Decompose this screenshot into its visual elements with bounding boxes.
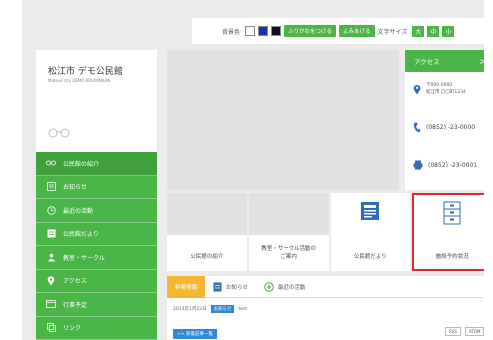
sidebar-item-classes[interactable]: 教室・サークル	[36, 246, 157, 270]
news-item[interactable]: 2013年1月22日 お知らせ test	[173, 305, 247, 313]
site-header: 松江市 デモ公民館 Matsue city DEMO KOUMINKAN	[36, 50, 157, 152]
glasses-logo-icon	[48, 128, 70, 138]
font-medium-button[interactable]: 中	[427, 25, 440, 37]
site-subtitle: Matsue city DEMO KOUMINKAN	[48, 78, 111, 83]
news-tabs: 新着情報 お知らせ 最近の活動	[167, 275, 484, 298]
bg-black-swatch[interactable]	[271, 26, 282, 36]
link-icon	[46, 323, 56, 333]
atom-button[interactable]: ATOM	[465, 327, 484, 336]
sidebar-item-label: 行事予定	[63, 301, 88, 309]
sidebar-item-activities[interactable]: 最近の活動	[36, 199, 157, 223]
access-tel-row[interactable]: (0852) -23-0000	[405, 122, 484, 133]
map-pin-icon	[46, 276, 56, 286]
sidebar-item-links[interactable]: リンク	[36, 317, 157, 340]
map-pin-icon	[413, 84, 421, 94]
phone-icon	[413, 122, 421, 133]
news-list-button[interactable]: >> 新着記事一覧	[173, 329, 217, 339]
font-large-button[interactable]: 大	[412, 25, 425, 37]
cabinet-icon	[443, 201, 461, 225]
sidebar-item-intro[interactable]: 公民館の紹介	[36, 152, 157, 176]
access-address: 松江市 〇〇町1234	[426, 90, 466, 95]
bg-color-label: 背景色	[222, 28, 241, 36]
hero-image	[167, 50, 399, 190]
access-fax-row: (0852) -23-0001	[405, 160, 484, 170]
page-frame: 背景色 ふりがなをつける よみあげる 文字サイズ 大 中 小 松江市 デモ公民館…	[22, 0, 484, 340]
tab-label: 最近の活動	[277, 284, 306, 291]
news-title[interactable]: test	[238, 307, 247, 312]
quick-links: 公民館の紹介 教室・サークル活動の ご案内 公民館だより 施設予約状況	[167, 193, 484, 271]
sidebar-item-label: 教室・サークル	[63, 254, 105, 262]
chevron-right-icon: >	[479, 56, 484, 66]
sidebar-item-label: 公民館の紹介	[63, 160, 100, 168]
sidebar-nav: 公民館の紹介 お知らせ 最近の活動 公民館だより 教室・サークル アクセス 行事…	[36, 152, 157, 340]
clock-icon	[46, 205, 56, 215]
sidebar-item-label: お知らせ	[63, 184, 87, 192]
accessibility-toolbar: 背景色 ふりがなをつける よみあげる 文字サイズ 大 中 小	[192, 18, 484, 44]
news-category-badge: お知らせ	[210, 305, 235, 313]
sidebar-item-label: アクセス	[63, 278, 87, 286]
sidebar-item-notices[interactable]: お知らせ	[36, 176, 157, 199]
tab-latest[interactable]: 新着情報	[167, 275, 206, 298]
tile-facility-booking[interactable]: 施設予約状況	[412, 193, 484, 271]
tile-label: 施設予約状況	[435, 254, 469, 260]
access-title: アクセス	[414, 58, 440, 66]
tab-activities[interactable]: 最近の活動	[256, 276, 314, 298]
furigana-button[interactable]: ふりがなをつける	[284, 25, 337, 37]
newsletter-icon	[46, 229, 56, 239]
sidebar-item-access[interactable]: アクセス	[36, 270, 157, 293]
sidebar-item-schedule[interactable]: 行事予定	[36, 293, 157, 317]
access-header[interactable]: アクセス >	[405, 50, 484, 72]
readaloud-button[interactable]: よみあげる	[339, 25, 375, 37]
tile-newsletter[interactable]: 公民館だより	[330, 193, 411, 271]
sidebar-item-label: リンク	[63, 325, 82, 333]
access-postal: 〒000-0000	[426, 83, 453, 88]
rss-button[interactable]: RSS	[445, 327, 461, 336]
tile-label: 公民館だより	[353, 254, 387, 260]
tab-label: お知らせ	[226, 284, 248, 291]
site-title[interactable]: 松江市 デモ公民館	[48, 64, 123, 77]
access-fax: (0852) -23-0001	[428, 161, 478, 169]
font-size-label: 文字サイズ	[377, 28, 408, 36]
sidebar-item-label: 公民館だより	[63, 231, 99, 239]
news-panel: 新着情報 お知らせ 最近の活動 2013年1月22日 お知らせ test >> …	[167, 275, 484, 340]
tab-label: 新着情報	[175, 284, 198, 291]
glasses-icon	[46, 158, 56, 168]
tab-notices[interactable]: お知らせ	[205, 276, 256, 298]
font-small-button[interactable]: 小	[442, 25, 455, 37]
access-tel: (0852) -23-0000	[426, 124, 476, 131]
sidebar-item-label: 最近の活動	[63, 207, 94, 215]
notice-icon	[46, 182, 56, 192]
bg-blue-swatch[interactable]	[258, 26, 269, 36]
plus-circle-icon	[264, 281, 274, 292]
calendar-icon	[46, 299, 56, 309]
access-address-row: 〒000-0000 松江市 〇〇町1234	[405, 82, 484, 96]
tile-classes[interactable]: 教室・サークル活動の ご案内	[248, 193, 329, 271]
access-panel: アクセス > 〒000-0000 松江市 〇〇町1234 (0852) -23-…	[405, 50, 484, 190]
fax-icon	[413, 160, 423, 170]
bg-white-swatch[interactable]	[245, 26, 256, 36]
news-date: 2013年1月22日	[173, 307, 207, 312]
circle-icon	[46, 252, 56, 262]
notice-icon	[213, 282, 222, 291]
sidebar-item-newsletter[interactable]: 公民館だより	[36, 223, 157, 246]
newsletter-icon	[361, 202, 380, 220]
tile-label: 公民館の紹介	[190, 254, 224, 260]
tile-intro[interactable]: 公民館の紹介	[167, 193, 247, 271]
tile-label: 教室・サークル活動の ご案内	[261, 246, 317, 260]
